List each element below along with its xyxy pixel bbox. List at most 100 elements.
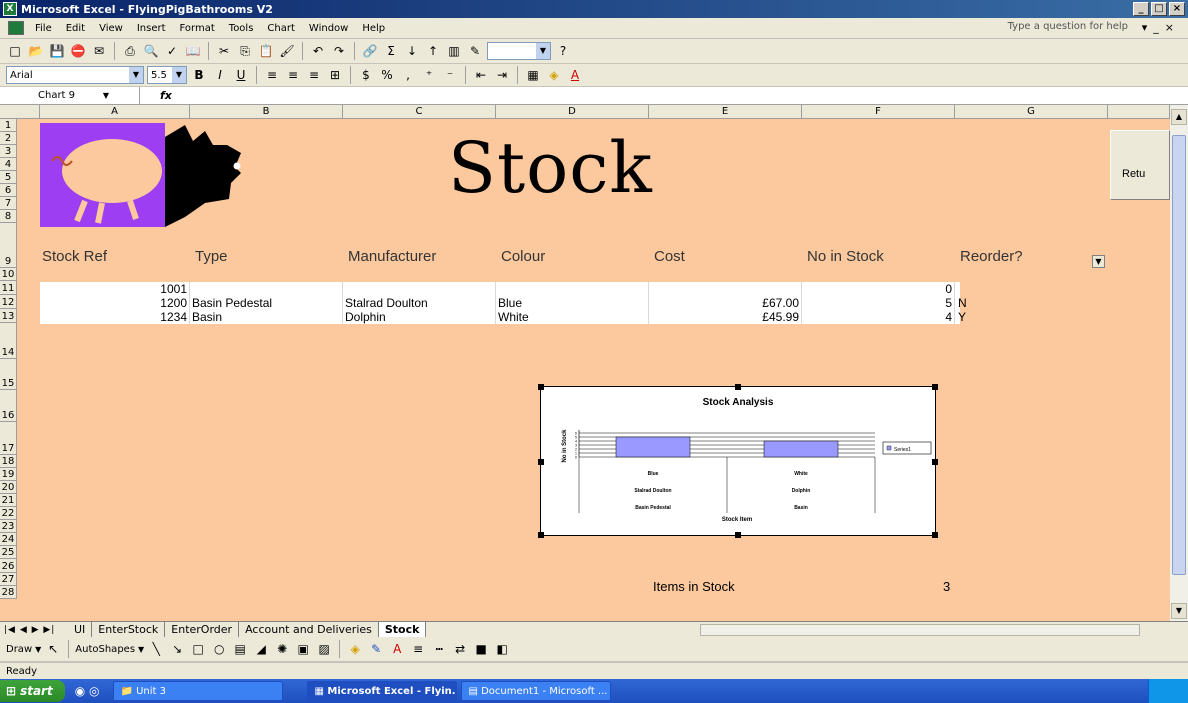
row-header[interactable]: 5 (0, 171, 17, 184)
drawing-icon[interactable]: ✎ (466, 42, 484, 60)
menu-insert[interactable]: Insert (130, 23, 173, 34)
autofilter-dropdown[interactable]: ▼ (1092, 255, 1105, 268)
tab-enterstock[interactable]: EnterStock (92, 622, 166, 637)
cell-manufacturer[interactable] (343, 282, 496, 296)
row-header[interactable]: 16 (0, 390, 17, 422)
menu-chart[interactable]: Chart (260, 23, 301, 34)
cell-cost[interactable]: £45.99 (649, 310, 802, 324)
chevron-down-icon[interactable]: ▼ (138, 645, 144, 654)
rectangle-icon[interactable]: □ (189, 640, 207, 658)
paste-icon[interactable]: 📋 (257, 42, 275, 60)
cell-no-in-stock[interactable]: 5 (802, 296, 955, 310)
cut-icon[interactable]: ✂ (215, 42, 233, 60)
decrease-decimal-icon[interactable]: ⁻ (441, 66, 459, 84)
row-header[interactable]: 17 (0, 422, 17, 455)
help-icon[interactable]: ? (554, 42, 572, 60)
print-preview-icon[interactable]: 🔍 (142, 42, 160, 60)
zoom-combo[interactable]: ▼ (487, 42, 551, 60)
cell-stock-ref[interactable]: 1001 (40, 282, 190, 296)
menu-edit[interactable]: Edit (59, 23, 92, 34)
row-header[interactable]: 3 (0, 145, 17, 158)
row-header[interactable]: 23 (0, 520, 17, 533)
row-header[interactable]: 21 (0, 494, 17, 507)
scroll-up-icon[interactable]: ▲ (1171, 109, 1187, 125)
cell-type[interactable] (190, 282, 343, 296)
column-header-h[interactable] (1108, 105, 1170, 119)
workbook-icon[interactable] (8, 21, 24, 35)
chart-wizard-icon[interactable]: ▥ (445, 42, 463, 60)
fill-color-icon[interactable]: ◈ (545, 66, 563, 84)
row-header[interactable]: 2 (0, 132, 17, 145)
task-excel[interactable]: ▦ Microsoft Excel - Flyin... (307, 681, 458, 701)
menu-window[interactable]: Window (302, 23, 355, 34)
font-name-combo[interactable]: Arial ▼ (6, 66, 144, 84)
cell-colour[interactable]: White (496, 310, 649, 324)
line-color-icon[interactable]: ✎ (367, 640, 385, 658)
decrease-indent-icon[interactable]: ⇤ (472, 66, 490, 84)
resize-handle[interactable] (735, 384, 741, 390)
cell-type[interactable]: Basin (190, 310, 343, 324)
print-icon[interactable]: ⎙ (121, 42, 139, 60)
row-header[interactable]: 9 (0, 223, 17, 268)
merge-center-icon[interactable]: ⊞ (326, 66, 344, 84)
name-box[interactable]: Chart 9 ▼ (0, 86, 140, 105)
row-header[interactable]: 12 (0, 295, 17, 309)
align-right-icon[interactable]: ≡ (305, 66, 323, 84)
cell-manufacturer[interactable]: Stalrad Doulton (343, 296, 496, 310)
tab-navigation-buttons[interactable]: |◀ ◀ ▶ ▶| (0, 625, 68, 635)
resize-handle[interactable] (932, 459, 938, 465)
tab-account-and-deliveries[interactable]: Account and Deliveries (239, 622, 379, 637)
cell-cost[interactable]: £67.00 (649, 296, 802, 310)
percent-icon[interactable]: % (378, 66, 396, 84)
permission-icon[interactable]: ⛔ (69, 42, 87, 60)
tab-ui[interactable]: UI (68, 622, 93, 637)
column-header-f[interactable]: F (802, 105, 955, 119)
email-icon[interactable]: ✉ (90, 42, 108, 60)
cell-colour[interactable]: Blue (496, 296, 649, 310)
flying-pig-logo[interactable] (40, 123, 165, 227)
task-unit-3[interactable]: 📁 Unit 3 (113, 681, 284, 701)
italic-icon[interactable]: I (211, 66, 229, 84)
fx-icon[interactable]: fx (160, 89, 172, 102)
chevron-down-icon[interactable]: ▼ (129, 67, 143, 83)
workbook-window-controls[interactable]: ▾_× (1142, 21, 1180, 34)
dash-style-icon[interactable]: ┅ (430, 640, 448, 658)
chevron-down-icon[interactable]: ▼ (536, 43, 550, 59)
shadow-icon[interactable]: ■ (472, 640, 490, 658)
row-header[interactable]: 28 (0, 586, 17, 599)
resize-handle[interactable] (538, 532, 544, 538)
cell-reorder[interactable]: N (958, 296, 967, 310)
format-painter-icon[interactable]: 🖌 (278, 42, 296, 60)
horizontal-scrollbar[interactable] (700, 624, 1140, 636)
row-header[interactable]: 8 (0, 210, 17, 223)
font-size-combo[interactable]: 5.5 ▼ (147, 66, 187, 84)
line-style-icon[interactable]: ≡ (409, 640, 427, 658)
align-left-icon[interactable]: ≡ (263, 66, 281, 84)
sort-ascending-icon[interactable]: ↓ (403, 42, 421, 60)
cell-type[interactable]: Basin Pedestal (190, 296, 343, 310)
resize-handle[interactable] (932, 532, 938, 538)
row-header[interactable]: 19 (0, 468, 17, 481)
resize-handle[interactable] (735, 532, 741, 538)
cell-no-in-stock[interactable]: 0 (802, 282, 955, 296)
3d-icon[interactable]: ◧ (493, 640, 511, 658)
cell-colour[interactable] (496, 282, 649, 296)
system-tray[interactable] (1148, 679, 1188, 703)
cell-manufacturer[interactable]: Dolphin (343, 310, 496, 324)
cell-stock-ref[interactable]: 1200 (40, 296, 190, 310)
excel-app-icon[interactable]: X (3, 2, 17, 16)
row-header[interactable]: 14 (0, 323, 17, 359)
currency-icon[interactable]: $ (357, 66, 375, 84)
save-icon[interactable]: 💾 (48, 42, 66, 60)
resize-handle[interactable] (538, 384, 544, 390)
chart-legend[interactable]: Series1 (882, 441, 932, 455)
autosum-icon[interactable]: Σ (382, 42, 400, 60)
table-row[interactable]: 1234 Basin Dolphin White £45.99 4 (40, 310, 960, 324)
cell-no-in-stock[interactable]: 4 (802, 310, 955, 324)
bar[interactable] (615, 436, 691, 458)
column-header-g[interactable]: G (955, 105, 1108, 119)
row-header[interactable]: 10 (0, 268, 17, 281)
row-header[interactable]: 25 (0, 546, 17, 559)
row-header[interactable]: 13 (0, 309, 17, 323)
line-icon[interactable]: ╲ (147, 640, 165, 658)
